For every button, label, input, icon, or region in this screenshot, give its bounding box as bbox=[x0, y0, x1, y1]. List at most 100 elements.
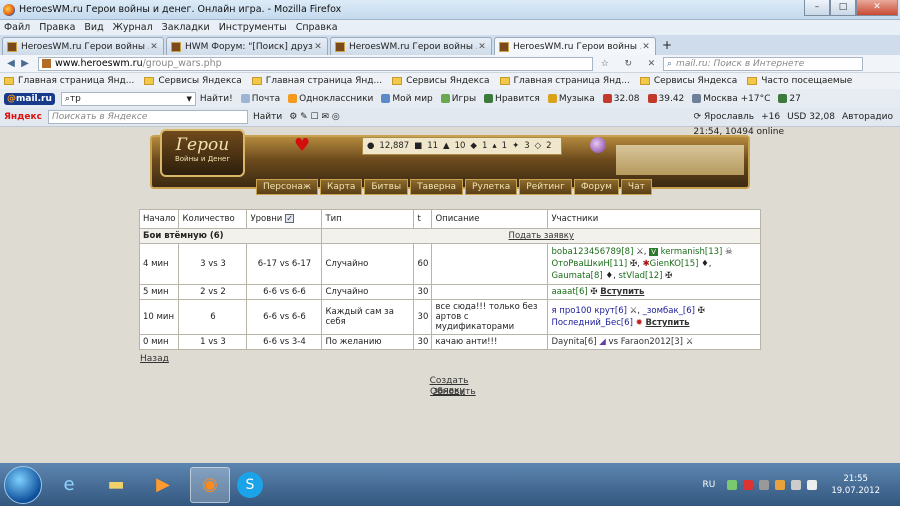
chevron-down-icon[interactable]: ▼ bbox=[187, 95, 192, 103]
language-indicator[interactable]: RU bbox=[702, 480, 715, 490]
skype-taskbar-icon[interactable]: S bbox=[237, 471, 263, 498]
mail-button[interactable]: Почта bbox=[240, 94, 280, 104]
ie-taskbar-icon[interactable]: e bbox=[49, 467, 89, 503]
menu-bookmarks[interactable]: Закладки bbox=[162, 22, 210, 33]
yandex-usd[interactable]: USD 32,08 bbox=[787, 112, 835, 122]
nav-roulette[interactable]: Рулетка bbox=[465, 179, 518, 195]
clock[interactable]: 21:55 19.07.2012 bbox=[831, 473, 880, 497]
maximize-button[interactable]: □ bbox=[830, 0, 856, 16]
levels-filter-checkbox[interactable]: ✓ bbox=[285, 214, 295, 223]
music-button[interactable]: Музыка bbox=[547, 94, 595, 104]
nav-tavern[interactable]: Таверна bbox=[410, 179, 464, 195]
bookmark-item[interactable]: Сервисы Яндекса bbox=[639, 76, 737, 86]
submit-application-link[interactable]: Подать заявку bbox=[509, 231, 574, 241]
explorer-taskbar-icon[interactable]: ▬ bbox=[96, 467, 136, 503]
player-link[interactable]: я про100 крут[6] bbox=[551, 306, 626, 316]
my-world-button[interactable]: Мой мир bbox=[381, 94, 433, 104]
tab-heroes-1[interactable]: HeroesWM.ru Герои войны ... ✕ bbox=[2, 37, 164, 55]
back-link[interactable]: Назад bbox=[140, 354, 169, 364]
tray-icon[interactable] bbox=[759, 479, 770, 490]
mailru-search-input[interactable]: ⌕ тр ▼ bbox=[60, 91, 196, 106]
yandex-tools-icon[interactable]: ⚙ ✎ ☐ ✉ ◎ bbox=[289, 112, 340, 122]
tab-close-icon[interactable]: ✕ bbox=[477, 42, 487, 52]
stop-icon[interactable]: ✕ bbox=[648, 59, 656, 69]
player-link[interactable]: boba123456789[8] bbox=[551, 247, 633, 257]
bookmark-star-icon[interactable]: ☆ bbox=[601, 59, 609, 69]
yandex-logo[interactable]: Яндекс bbox=[4, 112, 42, 122]
tab-close-icon[interactable]: ✕ bbox=[149, 42, 159, 52]
close-button[interactable]: ✕ bbox=[856, 0, 898, 16]
join-button[interactable]: Вступить bbox=[645, 318, 689, 328]
search-box[interactable]: ⌕ mail.ru: Поиск в Интернете bbox=[663, 56, 863, 71]
tray-icon[interactable] bbox=[743, 479, 754, 490]
bookmark-item[interactable]: Сервисы Яндекса bbox=[144, 76, 242, 86]
game-logo[interactable]: Герои Войны и Денег bbox=[160, 129, 245, 177]
tab-close-icon[interactable]: ✕ bbox=[641, 42, 651, 52]
tray-icon[interactable] bbox=[775, 479, 786, 490]
site-favicon-icon bbox=[335, 41, 345, 52]
player-link[interactable]: Faraon2012[3] bbox=[621, 337, 683, 347]
nav-chat[interactable]: Чат bbox=[620, 179, 652, 195]
menu-file[interactable]: Файл bbox=[4, 22, 30, 33]
yandex-radio[interactable]: Авторадио bbox=[842, 112, 893, 122]
likes-button[interactable]: Нравится bbox=[484, 94, 540, 104]
tab-heroes-active[interactable]: HeroesWM.ru Герои войны ... ✕ bbox=[494, 37, 656, 55]
player-link[interactable]: Gaumata[8] bbox=[551, 271, 602, 281]
tab-forum[interactable]: HWM Форум: "[Поиск] друз... ✕ bbox=[166, 37, 328, 55]
reload-icon[interactable]: ↻ bbox=[624, 59, 632, 69]
network-icon[interactable] bbox=[791, 479, 802, 490]
weather[interactable]: Москва +17°C bbox=[692, 94, 770, 104]
bookmark-item[interactable]: Главная страница Янд... bbox=[251, 76, 382, 86]
url-host: www.heroeswm.ru bbox=[55, 58, 143, 69]
bookmark-item[interactable]: Главная страница Янд... bbox=[4, 76, 134, 86]
games-button[interactable]: Игры bbox=[440, 94, 476, 104]
forward-arrow-icon[interactable]: ▶ bbox=[18, 58, 32, 69]
nav-character[interactable]: Персонаж bbox=[256, 179, 318, 195]
player-link[interactable]: Daynita[6] bbox=[551, 337, 596, 347]
start-button[interactable] bbox=[4, 465, 42, 504]
join-button[interactable]: Вступить bbox=[600, 287, 644, 297]
volume-icon[interactable] bbox=[807, 479, 818, 490]
player-link[interactable]: ааааt[6] bbox=[551, 287, 587, 297]
eur-rate[interactable]: 39.42 bbox=[647, 94, 684, 104]
player-link[interactable]: ОтоРваШкиН[11] bbox=[551, 259, 627, 269]
address-bar[interactable]: www.heroeswm.ru /group_wars.php bbox=[38, 56, 593, 71]
minimize-button[interactable]: – bbox=[804, 0, 830, 16]
mailru-find-button[interactable]: Найти! bbox=[200, 94, 233, 104]
player-link[interactable]: kermanish[13] bbox=[661, 247, 723, 257]
bookmark-item[interactable]: Сервисы Яндекса bbox=[392, 76, 490, 86]
nav-rating[interactable]: Рейтинг bbox=[519, 179, 572, 195]
usd-rate[interactable]: 32.08 bbox=[602, 94, 640, 104]
menu-tools[interactable]: Инструменты bbox=[219, 22, 287, 33]
yandex-search-input[interactable]: Поискать в Яндексе bbox=[47, 110, 248, 124]
back-arrow-icon[interactable]: ◀ bbox=[4, 58, 18, 69]
leaf-icon: ♦ bbox=[701, 259, 709, 269]
traffic[interactable]: 27 bbox=[778, 94, 801, 104]
refresh-link[interactable]: Обновить bbox=[430, 387, 476, 397]
firefox-taskbar-icon[interactable]: ◉ bbox=[190, 466, 230, 503]
nav-battles[interactable]: Битвы bbox=[364, 179, 409, 195]
tab-heroes-2[interactable]: HeroesWM.ru Герои войны ... ✕ bbox=[330, 37, 492, 55]
nav-forum[interactable]: Форум bbox=[573, 179, 619, 195]
player-link[interactable]: GienKO[15] bbox=[650, 259, 699, 269]
tab-close-icon[interactable]: ✕ bbox=[313, 42, 323, 52]
mailru-logo[interactable]: @mail.ru bbox=[4, 92, 55, 105]
new-tab-button[interactable]: + bbox=[658, 37, 676, 55]
menu-edit[interactable]: Правка bbox=[39, 22, 75, 33]
tray-icon[interactable] bbox=[727, 479, 738, 490]
media-player-taskbar-icon[interactable]: ▶ bbox=[143, 467, 183, 503]
menu-help[interactable]: Справка bbox=[296, 22, 338, 33]
yandex-city[interactable]: ⟳ Ярославль bbox=[694, 112, 754, 122]
yandex-weather[interactable]: +16 bbox=[761, 112, 780, 122]
menu-history[interactable]: Журнал bbox=[113, 22, 153, 33]
player-link[interactable]: Последний_Бес[6] bbox=[551, 318, 632, 328]
yandex-find-button[interactable]: Найти bbox=[253, 112, 282, 122]
menu-view[interactable]: Вид bbox=[84, 22, 103, 33]
player-link[interactable]: stVlad[12] bbox=[618, 271, 662, 281]
player-link[interactable]: _зомбак_[6] bbox=[643, 306, 695, 316]
odnoklassniki-button[interactable]: Одноклассники bbox=[288, 94, 373, 104]
cell-start: 4 мин bbox=[138, 243, 180, 285]
bookmark-item[interactable]: Часто посещаемые bbox=[747, 76, 852, 86]
nav-map[interactable]: Карта bbox=[319, 179, 363, 195]
bookmark-item[interactable]: Главная страница Янд... bbox=[499, 76, 630, 86]
